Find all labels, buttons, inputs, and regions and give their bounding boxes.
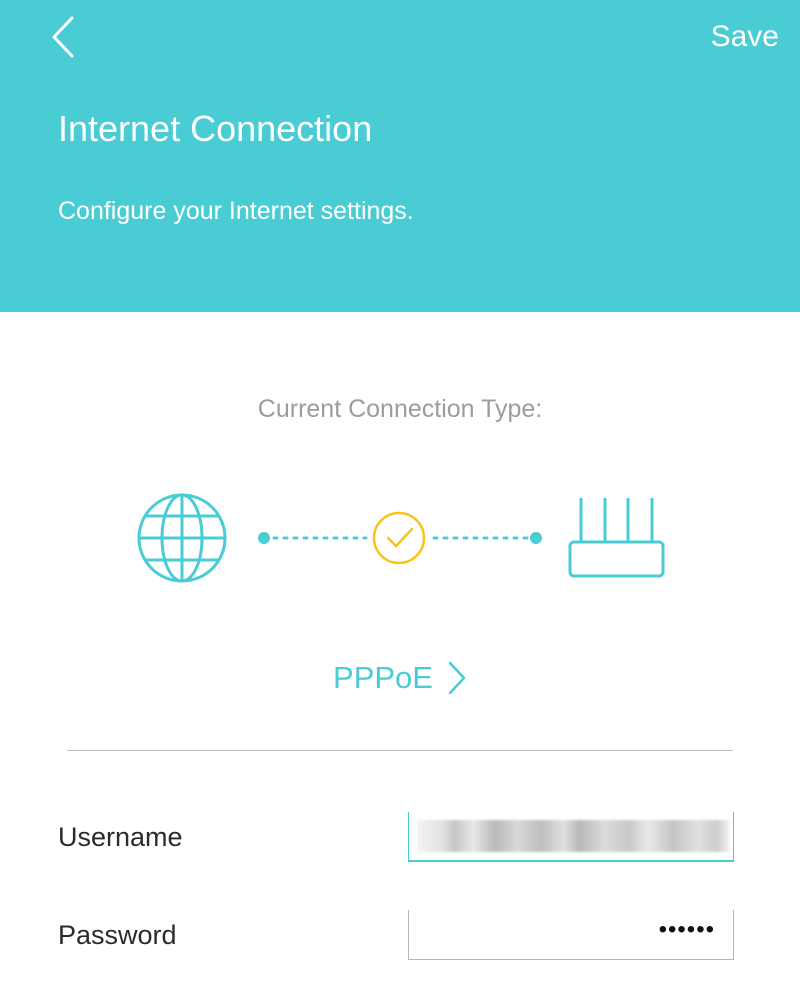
chevron-right-icon	[448, 661, 466, 695]
username-field[interactable]	[408, 812, 734, 862]
username-value-redacted	[417, 820, 729, 852]
username-label: Username	[58, 822, 183, 852]
connection-type-value: PPPoE	[333, 660, 433, 695]
app-header: Save Internet Connection Configure your …	[0, 0, 800, 312]
dotted-connector-left	[258, 532, 368, 544]
dotted-connector-right	[432, 532, 542, 544]
router-icon	[568, 498, 665, 578]
check-circle-icon	[372, 511, 426, 565]
connection-diagram-graphic	[137, 493, 665, 583]
chevron-left-icon	[52, 16, 74, 58]
globe-icon	[137, 493, 227, 583]
password-value: ••••••	[658, 916, 715, 943]
connection-type-selector[interactable]: PPPoE	[0, 660, 800, 696]
page-title: Internet Connection	[58, 108, 373, 149]
save-button[interactable]: Save	[711, 20, 779, 54]
password-field[interactable]: ••••••	[408, 910, 734, 960]
page-subtitle: Configure your Internet settings.	[58, 197, 414, 225]
password-label: Password	[58, 920, 177, 950]
connection-type-heading: Current Connection Type:	[257, 395, 543, 423]
connection-diagram	[0, 480, 800, 600]
section-divider	[67, 750, 733, 751]
back-button[interactable]	[44, 12, 84, 62]
